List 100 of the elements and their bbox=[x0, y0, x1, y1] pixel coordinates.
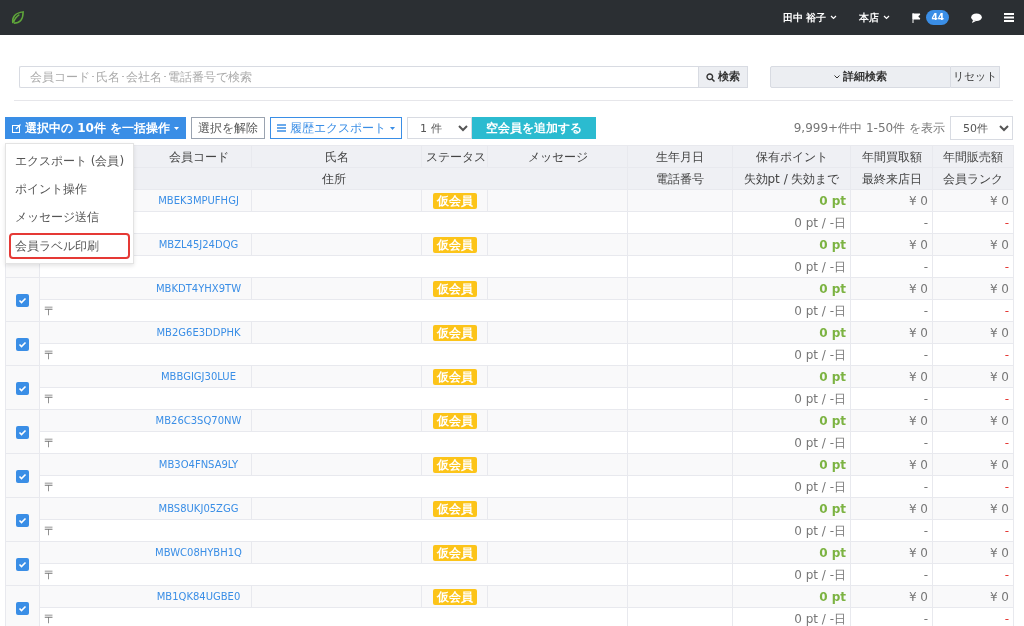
notification-count: 44 bbox=[926, 9, 949, 26]
status-tag: 仮会員 bbox=[432, 456, 477, 473]
list-icon bbox=[277, 124, 287, 132]
member-code-link[interactable]: MB3O4FNSA9LY bbox=[158, 459, 239, 470]
member-code-link[interactable]: MBEK3MPUFHGJ bbox=[158, 195, 239, 206]
points-value: 0 pt bbox=[819, 193, 846, 208]
status-tag: 仮会員 bbox=[432, 588, 477, 605]
member-rank-value: - bbox=[1004, 303, 1009, 318]
purchase-amount: ¥ 0 bbox=[908, 589, 928, 604]
status-tag: 仮会員 bbox=[432, 324, 477, 341]
member-code-link[interactable]: MBS8UKJ05ZGG bbox=[158, 503, 239, 514]
column-header: 氏名 bbox=[251, 145, 422, 168]
points-value: 0 pt bbox=[819, 413, 846, 428]
last-visit-value: - bbox=[923, 347, 928, 362]
reset-button[interactable]: リセット bbox=[951, 66, 1000, 88]
row-checkbox[interactable] bbox=[16, 425, 29, 439]
last-visit-value: - bbox=[923, 435, 928, 450]
history-export-button[interactable]: 履歴エクスポート bbox=[270, 117, 403, 139]
last-visit-value: - bbox=[923, 611, 928, 626]
row-checkbox[interactable] bbox=[16, 557, 29, 571]
sales-amount: ¥ 0 bbox=[989, 501, 1009, 516]
last-visit-value: - bbox=[923, 523, 928, 538]
sales-amount: ¥ 0 bbox=[989, 193, 1009, 208]
menu-icon[interactable] bbox=[1004, 13, 1014, 22]
member-code-link[interactable]: MB1QK84UGBE0 bbox=[156, 591, 241, 602]
bulk-action-button[interactable]: 選択中の 10件 を一括操作 bbox=[5, 117, 187, 139]
member-code-link[interactable]: MB2G6E3DDPHK bbox=[156, 327, 241, 338]
purchase-amount: ¥ 0 bbox=[908, 457, 928, 472]
purchase-amount: ¥ 0 bbox=[908, 193, 928, 208]
status-tag: 仮会員 bbox=[432, 500, 477, 517]
caret-icon bbox=[390, 126, 396, 130]
address-value: 〒 bbox=[44, 347, 56, 362]
column-header: ステータス bbox=[421, 145, 488, 168]
clear-selection-button[interactable]: 選択を解除 bbox=[191, 117, 266, 139]
count-select[interactable]: 1 件 bbox=[407, 117, 473, 139]
sales-amount: ¥ 0 bbox=[989, 545, 1009, 560]
user-name: 田中 裕子 bbox=[783, 11, 827, 25]
member-rank-value: - bbox=[1004, 611, 1009, 626]
member-rank-value: - bbox=[1004, 215, 1009, 230]
store-menu[interactable]: 本店 bbox=[859, 10, 891, 25]
last-visit-value: - bbox=[923, 391, 928, 406]
points-value: 0 pt bbox=[819, 281, 846, 296]
add-empty-member-button[interactable]: 空会員を追加する bbox=[472, 117, 597, 139]
page-size-select[interactable]: 50件 bbox=[950, 116, 1013, 140]
search-field[interactable]: 会員コード･氏名･会社名･電話番号で検索 bbox=[19, 66, 698, 88]
chat-bubble-icon[interactable] bbox=[971, 12, 982, 23]
sales-amount: ¥ 0 bbox=[989, 325, 1009, 340]
member-code-link[interactable]: MBBGIGJ30LUE bbox=[161, 371, 236, 382]
edit-icon bbox=[12, 123, 21, 133]
points-value: 0 pt bbox=[819, 457, 846, 472]
purchase-amount: ¥ 0 bbox=[908, 413, 928, 428]
expiring-points: 0 pt / -日 bbox=[794, 259, 846, 274]
expiring-points: 0 pt / -日 bbox=[794, 611, 846, 626]
last-visit-value: - bbox=[923, 259, 928, 274]
points-value: 0 pt bbox=[819, 545, 846, 560]
points-value: 0 pt bbox=[819, 589, 846, 604]
purchase-amount: ¥ 0 bbox=[908, 545, 928, 560]
purchase-amount: ¥ 0 bbox=[908, 281, 928, 296]
status-tag: 仮会員 bbox=[432, 544, 477, 561]
row-checkbox[interactable] bbox=[16, 293, 29, 307]
user-menu[interactable]: 田中 裕子 bbox=[783, 10, 838, 25]
store-name: 本店 bbox=[859, 11, 880, 25]
address-value: 〒 bbox=[44, 435, 56, 450]
member-code-link[interactable]: MBKDT4YHX9TW bbox=[155, 283, 242, 294]
column-header: 生年月日 bbox=[627, 145, 733, 168]
status-tag: 仮会員 bbox=[432, 192, 477, 209]
address-value: 〒 bbox=[44, 611, 56, 626]
last-visit-value: - bbox=[923, 303, 928, 318]
sales-amount: ¥ 0 bbox=[989, 237, 1009, 252]
expiring-points: 0 pt / -日 bbox=[794, 215, 846, 230]
status-tag: 仮会員 bbox=[432, 280, 477, 297]
member-code-link[interactable]: MBWC08HYBH1Q bbox=[155, 547, 242, 558]
column-header: 保有ポイント bbox=[732, 145, 851, 168]
member-code-link[interactable]: MB26C3SQ70NW bbox=[155, 415, 242, 426]
row-checkbox[interactable] bbox=[16, 513, 29, 527]
menu-item[interactable]: 会員ラベル印刷 bbox=[9, 232, 131, 259]
points-value: 0 pt bbox=[819, 369, 846, 384]
expiring-points: 0 pt / -日 bbox=[794, 347, 846, 362]
member-rank-value: - bbox=[1004, 259, 1009, 274]
column-header: メッセージ bbox=[487, 145, 628, 168]
expiring-points: 0 pt / -日 bbox=[794, 479, 846, 494]
row-checkbox[interactable] bbox=[16, 381, 29, 395]
expiring-points: 0 pt / -日 bbox=[794, 435, 846, 450]
member-code-link[interactable]: MBZL45J24DQG bbox=[158, 239, 239, 250]
row-checkbox[interactable] bbox=[16, 337, 29, 351]
row-checkbox[interactable] bbox=[16, 469, 29, 483]
chevron-down-icon bbox=[834, 75, 840, 79]
menu-item[interactable]: メッセージ送信 bbox=[9, 204, 131, 231]
address-value: 〒 bbox=[44, 567, 56, 582]
advanced-search-button[interactable]: 詳細検索 bbox=[770, 66, 951, 88]
flag-icon[interactable] bbox=[912, 12, 923, 23]
row-checkbox[interactable] bbox=[16, 601, 29, 615]
member-rank-value: - bbox=[1004, 523, 1009, 538]
search-button[interactable]: 検索 bbox=[698, 66, 748, 88]
points-value: 0 pt bbox=[819, 237, 846, 252]
leaf-logo-icon[interactable] bbox=[10, 10, 25, 25]
expiring-points: 0 pt / -日 bbox=[794, 303, 846, 318]
expiring-points: 0 pt / -日 bbox=[794, 567, 846, 582]
address-value: 〒 bbox=[44, 523, 56, 538]
purchase-amount: ¥ 0 bbox=[908, 501, 928, 516]
